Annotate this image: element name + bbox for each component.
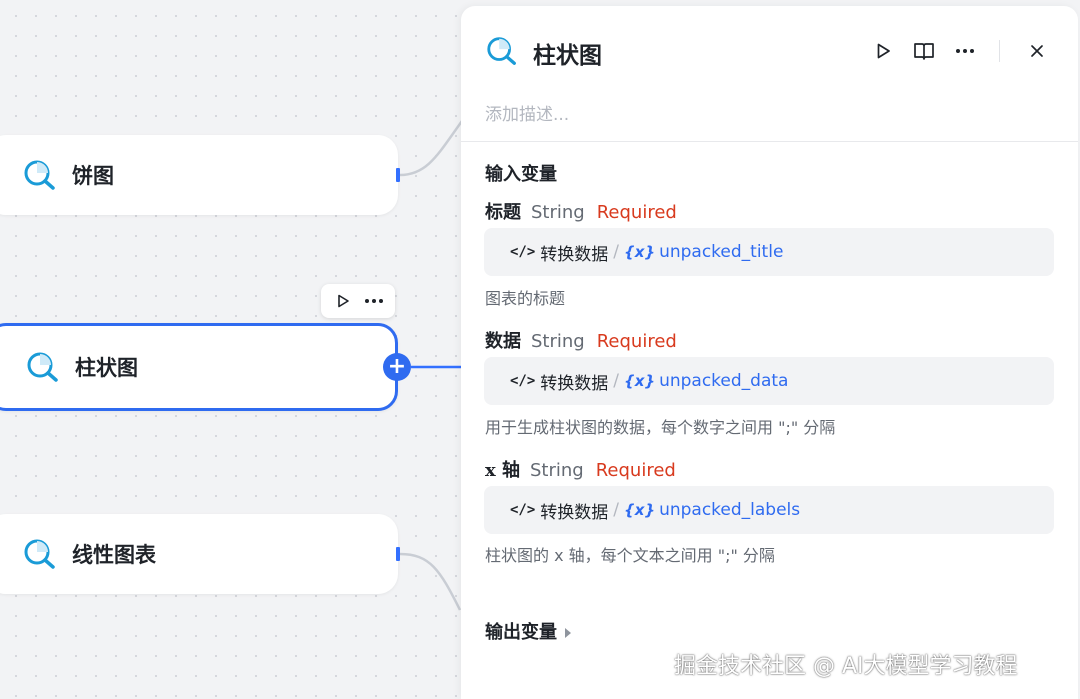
node-label: 饼图 xyxy=(72,164,114,188)
var-type: String xyxy=(530,460,584,481)
variable-icon: {x} xyxy=(624,243,656,261)
panel-header: 柱状图 xyxy=(461,6,1078,96)
ref-node-name: 转换数据 xyxy=(540,502,609,523)
input-var-row: 标题 String Required xyxy=(485,198,677,224)
ref-separator: / xyxy=(613,371,620,391)
chart-search-icon xyxy=(27,352,58,382)
ref-var-name: unpacked_data xyxy=(659,371,789,391)
var-type: String xyxy=(531,202,585,223)
book-icon[interactable] xyxy=(910,37,938,65)
edge-line-chart xyxy=(399,552,462,611)
play-icon[interactable] xyxy=(330,288,356,314)
code-icon: </> xyxy=(510,244,536,260)
var-type: String xyxy=(531,331,585,352)
input-section-title[interactable]: 输入变量 xyxy=(485,160,557,186)
ref-node-name: 转换数据 xyxy=(540,373,609,394)
header-separator xyxy=(999,40,1000,62)
ref-var-name: unpacked_title xyxy=(659,242,784,262)
node-settings-panel: 柱状图 添加描述... 输入变量 标题 String Required </> … xyxy=(461,6,1078,699)
node-toolbar xyxy=(321,284,395,318)
panel-title[interactable]: 柱状图 xyxy=(533,36,602,70)
ref-node-name: 转换数据 xyxy=(540,244,609,265)
node-output-port[interactable] xyxy=(396,168,400,182)
node-output-port[interactable] xyxy=(396,547,400,561)
more-dots-icon[interactable] xyxy=(361,288,387,314)
var-hint: 柱状图的 x 轴，每个文本之间用 ";" 分隔 xyxy=(485,546,775,565)
var-required: Required xyxy=(596,331,677,352)
var-name: 数据 xyxy=(485,331,521,352)
play-icon[interactable] xyxy=(869,37,897,65)
node-bar-chart[interactable]: 柱状图 xyxy=(0,323,398,411)
node-line-chart[interactable]: 线性图表 xyxy=(0,514,398,594)
chart-search-icon xyxy=(24,539,55,569)
node-label: 柱状图 xyxy=(75,356,138,380)
var-reference-field[interactable]: </> 转换数据 / {x} unpacked_labels xyxy=(484,486,1054,534)
ref-separator: / xyxy=(613,242,620,262)
description-input[interactable]: 添加描述... xyxy=(485,100,569,125)
var-name: 标题 xyxy=(485,202,521,223)
var-reference-field[interactable]: </> 转换数据 / {x} unpacked_title xyxy=(484,228,1054,276)
variable-icon: {x} xyxy=(624,501,656,519)
chart-search-icon xyxy=(487,37,516,65)
var-hint: 图表的标题 xyxy=(485,289,566,308)
input-var-row: x 轴 String Required xyxy=(485,456,676,482)
node-label: 线性图表 xyxy=(72,543,156,567)
var-reference-field[interactable]: </> 转换数据 / {x} unpacked_data xyxy=(484,357,1054,405)
add-node-button[interactable]: + xyxy=(383,353,411,381)
ref-var-name: unpacked_labels xyxy=(659,500,801,520)
chart-search-icon xyxy=(24,160,55,190)
var-required: Required xyxy=(595,460,676,481)
caret-right-icon xyxy=(565,628,571,638)
edge-pie-chart xyxy=(399,109,470,177)
code-icon: </> xyxy=(510,502,536,518)
ref-separator: / xyxy=(613,500,620,520)
node-pie-chart[interactable]: 饼图 xyxy=(0,135,398,215)
more-dots-icon[interactable] xyxy=(951,37,979,65)
input-var-row: 数据 String Required xyxy=(485,327,677,353)
var-name: x 轴 xyxy=(485,460,520,481)
var-hint: 用于生成柱状图的数据，每个数字之间用 ";" 分隔 xyxy=(485,418,836,437)
watermark: 掘金技术社区 @ AI大模型学习教程 xyxy=(674,654,1018,679)
variable-icon: {x} xyxy=(624,372,656,390)
var-required: Required xyxy=(596,202,677,223)
close-icon[interactable] xyxy=(1023,37,1051,65)
divider xyxy=(461,141,1078,142)
code-icon: </> xyxy=(510,373,536,389)
output-section-title[interactable]: 输出变量 xyxy=(485,618,571,644)
workflow-canvas[interactable]: 饼图 柱状图 + 线性图表 xyxy=(0,0,470,699)
output-section-label: 输出变量 xyxy=(485,622,557,643)
